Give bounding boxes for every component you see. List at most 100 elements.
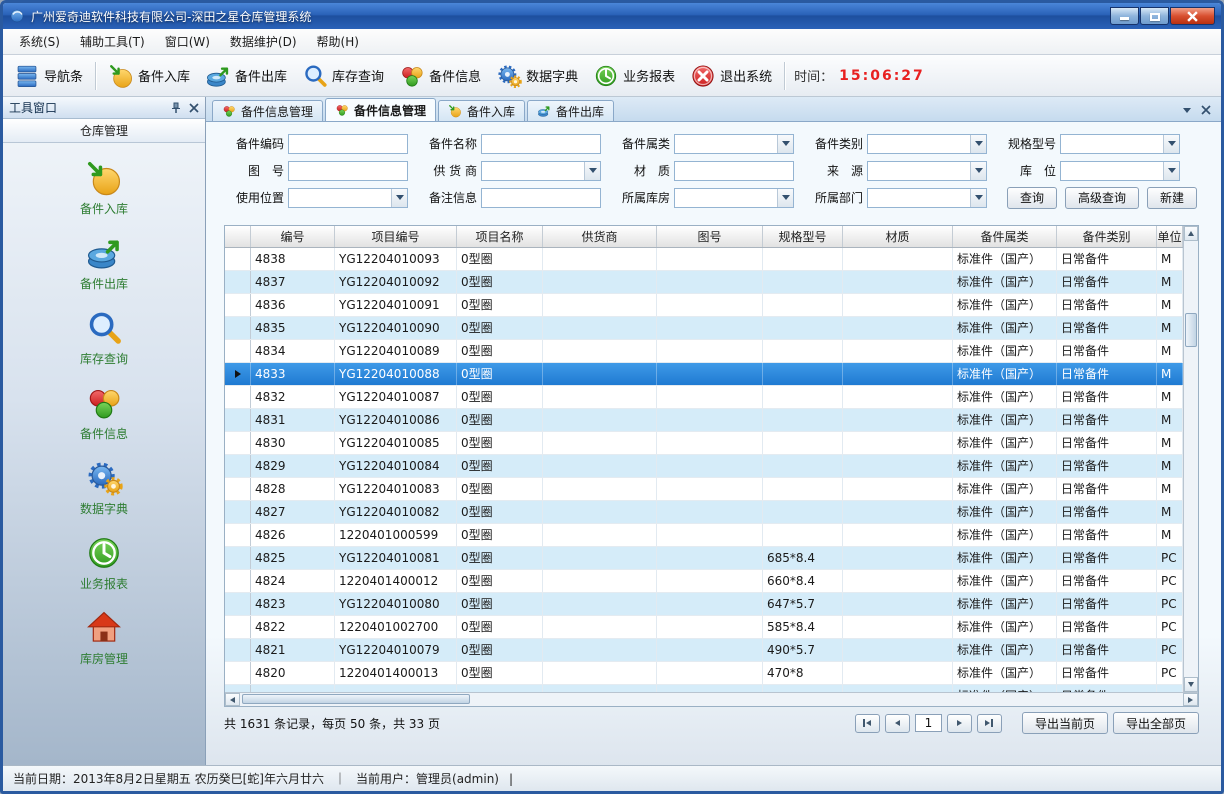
toolbar-data-dictionary[interactable]: 数据字典 [493, 60, 581, 92]
table-row[interactable]: 4830 YG12204010085 0型圈 标准件（国产） 日常备件 [225, 432, 1183, 455]
tab-close-icon[interactable] [1201, 105, 1211, 115]
scroll-left-icon[interactable] [225, 693, 240, 706]
table-row[interactable]: 4822 1220401002700 0型圈 585*8.4 标准件（国产） [225, 616, 1183, 639]
next-page-button[interactable] [947, 714, 972, 733]
menu-help[interactable]: 帮助(H) [307, 29, 369, 54]
header-drawing-no[interactable]: 图号 [657, 226, 763, 247]
tab-parts-outbound[interactable]: 备件出库 [527, 100, 614, 121]
header-supplier[interactable]: 供货商 [543, 226, 657, 247]
sidebar-item-warehouse-management[interactable]: 库房管理 [3, 605, 205, 671]
pin-icon[interactable] [170, 102, 182, 114]
remark-input[interactable] [481, 188, 601, 208]
close-panel-icon[interactable] [189, 103, 199, 113]
header-project-code[interactable]: 项目编号 [335, 226, 457, 247]
table-row[interactable]: 4820 1220401400013 0型圈 470*8 标准件（国产） [225, 662, 1183, 685]
cell-project-name: 0型圈 [457, 363, 543, 385]
department-select[interactable] [867, 188, 987, 208]
menu-tools[interactable]: 辅助工具(T) [70, 29, 155, 54]
table-row[interactable]: 4823 YG12204010080 0型圈 647*5.7 标准件（国产） [225, 593, 1183, 616]
table-row[interactable]: 4833 YG12204010088 0型圈 标准件（国产） 日常备件 [225, 363, 1183, 386]
page-number-input[interactable]: 1 [915, 714, 942, 732]
maximize-button[interactable] [1140, 7, 1169, 25]
header-material[interactable]: 材质 [843, 226, 953, 247]
sidebar-item-data-dictionary[interactable]: 数据字典 [3, 455, 205, 521]
table-row[interactable]: 4834 YG12204010089 0型圈 标准件（国产） 日常备件 [225, 340, 1183, 363]
toolbar-parts-inbound[interactable]: 备件入库 [105, 60, 193, 92]
table-row[interactable]: 4826 1220401000599 0型圈 标准件（国产） 日常备件 [225, 524, 1183, 547]
table-row[interactable]: 4836 YG12204010091 0型圈 标准件（国产） 日常备件 [225, 294, 1183, 317]
tab-parts-info-management-2[interactable]: 备件信息管理 [325, 98, 436, 121]
header-category[interactable]: 备件属类 [953, 226, 1057, 247]
use-position-select[interactable] [288, 188, 408, 208]
header-type[interactable]: 备件类别 [1057, 226, 1157, 247]
source-select[interactable] [867, 161, 987, 181]
table-row[interactable]: 4837 YG12204010092 0型圈 标准件（国产） 日常备件 [225, 271, 1183, 294]
table-row[interactable]: 4829 YG12204010084 0型圈 标准件（国产） 日常备件 [225, 455, 1183, 478]
prev-page-button[interactable] [885, 714, 910, 733]
sidebar-item-business-report[interactable]: 业务报表 [3, 530, 205, 596]
export-all-pages-button[interactable]: 导出全部页 [1113, 712, 1199, 734]
sidebar-item-parts-outbound[interactable]: 备件出库 [3, 230, 205, 296]
tab-label: 备件信息管理 [354, 102, 426, 119]
toolbar-inventory-query[interactable]: 库存查询 [299, 60, 387, 92]
spec-select[interactable] [1060, 134, 1180, 154]
scroll-right-icon[interactable] [1183, 693, 1198, 706]
menu-system[interactable]: 系统(S) [9, 29, 70, 54]
sidebar-item-parts-info[interactable]: 备件信息 [3, 380, 205, 446]
supplier-select[interactable] [481, 161, 601, 181]
material-input[interactable] [674, 161, 794, 181]
header-unit[interactable]: 单位 [1157, 226, 1183, 247]
parts-genus-select[interactable] [674, 134, 794, 154]
query-button[interactable]: 查询 [1007, 187, 1057, 209]
scroll-down-icon[interactable] [1184, 677, 1198, 692]
sidebar-item-inventory-query[interactable]: 库存查询 [3, 305, 205, 371]
toolbar-navbar-label: 导航条 [44, 66, 83, 85]
horizontal-scrollbar[interactable] [225, 692, 1198, 706]
tab-parts-info-management-1[interactable]: 备件信息管理 [212, 100, 323, 121]
menu-data-maintenance[interactable]: 数据维护(D) [220, 29, 307, 54]
table-row[interactable]: 4832 YG12204010087 0型圈 标准件（国产） 日常备件 [225, 386, 1183, 409]
parts-code-input[interactable] [288, 134, 408, 154]
toolbar-business-report[interactable]: 业务报表 [590, 60, 678, 92]
table-row[interactable]: 4838 YG12204010093 0型圈 标准件（国产） 日常备件 [225, 248, 1183, 271]
cell-material [843, 409, 953, 431]
close-button[interactable] [1170, 7, 1215, 25]
vertical-scrollbar[interactable] [1183, 226, 1198, 692]
export-current-page-button[interactable]: 导出当前页 [1022, 712, 1108, 734]
header-spec[interactable]: 规格型号 [763, 226, 843, 247]
create-button[interactable]: 新建 [1147, 187, 1197, 209]
table-row[interactable]: 4821 YG12204010079 0型圈 490*5.7 标准件（国产） [225, 639, 1183, 662]
table-row[interactable]: 4831 YG12204010086 0型圈 标准件（国产） 日常备件 [225, 409, 1183, 432]
menu-window[interactable]: 窗口(W) [155, 29, 220, 54]
tab-parts-inbound[interactable]: 备件入库 [438, 100, 525, 121]
toolbar-parts-outbound[interactable]: 备件出库 [202, 60, 290, 92]
horizontal-scroll-thumb[interactable] [242, 694, 470, 704]
table-row[interactable]: 4825 YG12204010081 0型圈 685*8.4 标准件（国产） [225, 547, 1183, 570]
table-row[interactable]: 标准件（国产） 日常备件 [225, 685, 1183, 692]
scroll-up-icon[interactable] [1184, 226, 1198, 241]
warehouse-select[interactable] [674, 188, 794, 208]
cell-project-code: YG12204010085 [335, 432, 457, 454]
location-select[interactable] [1060, 161, 1180, 181]
toolbar-exit-system[interactable]: 退出系统 [687, 60, 775, 92]
first-page-button[interactable] [855, 714, 880, 733]
parts-category-select[interactable] [867, 134, 987, 154]
table-row[interactable]: 4828 YG12204010083 0型圈 标准件（国产） 日常备件 [225, 478, 1183, 501]
warehouse-management-section[interactable]: 仓库管理 [3, 119, 205, 143]
table-row[interactable]: 4835 YG12204010090 0型圈 标准件（国产） 日常备件 [225, 317, 1183, 340]
sidebar-item-parts-inbound[interactable]: 备件入库 [3, 155, 205, 221]
drawing-no-input[interactable] [288, 161, 408, 181]
toolbar-navbar[interactable]: 导航条 [11, 60, 86, 92]
table-row[interactable]: 4824 1220401400012 0型圈 660*8.4 标准件（国产） [225, 570, 1183, 593]
parts-name-input[interactable] [481, 134, 601, 154]
tab-list-dropdown-icon[interactable] [1183, 108, 1191, 113]
toolbar-parts-info[interactable]: 备件信息 [396, 60, 484, 92]
advanced-query-button[interactable]: 高级查询 [1065, 187, 1139, 209]
cell-project-code: YG12204010091 [335, 294, 457, 316]
table-row[interactable]: 4827 YG12204010082 0型圈 标准件（国产） 日常备件 [225, 501, 1183, 524]
header-project-name[interactable]: 项目名称 [457, 226, 543, 247]
vertical-scroll-thumb[interactable] [1185, 313, 1197, 347]
header-id[interactable]: 编号 [251, 226, 335, 247]
minimize-button[interactable] [1110, 7, 1139, 25]
last-page-button[interactable] [977, 714, 1002, 733]
